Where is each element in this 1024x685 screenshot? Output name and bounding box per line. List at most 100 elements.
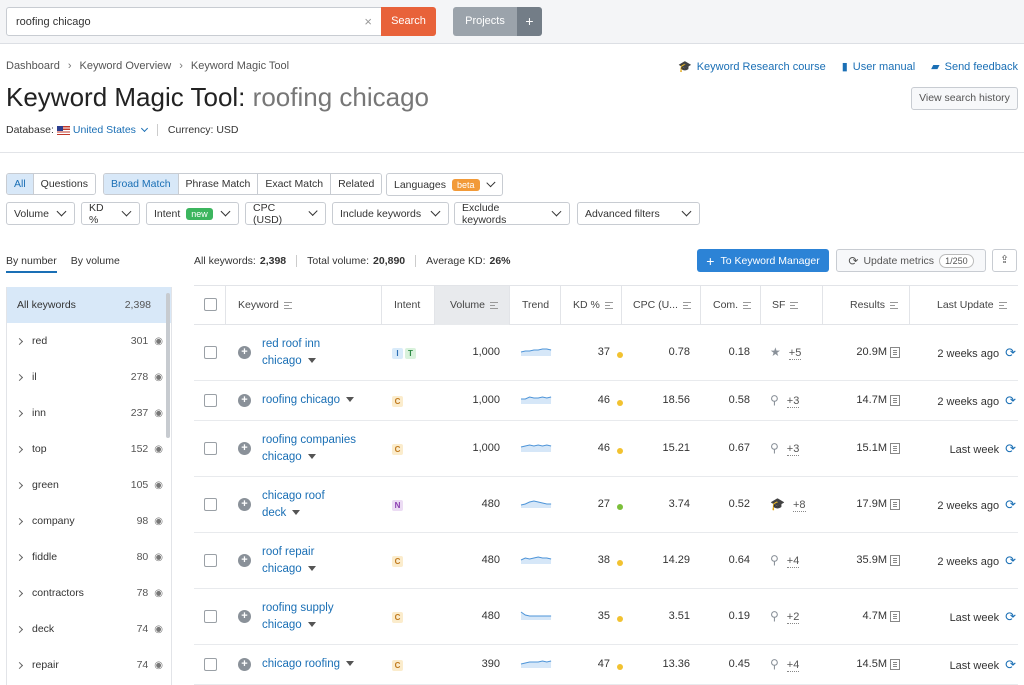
volume-filter-dropdown[interactable]: Volume — [6, 202, 75, 225]
serp-features-cell[interactable]: ⚲ +3 — [770, 441, 800, 456]
keyword-link[interactable]: roofing supply chicago — [262, 600, 334, 634]
row-checkbox[interactable] — [204, 554, 217, 567]
keyword-link[interactable]: roofing chicago — [262, 392, 354, 409]
group-all-keywords[interactable]: All keywords 2,398 — [7, 287, 171, 323]
eye-icon[interactable]: ◉ — [154, 516, 163, 527]
eye-icon[interactable]: ◉ — [154, 372, 163, 383]
select-all-checkbox[interactable] — [204, 298, 217, 311]
chevron-down-icon[interactable] — [307, 454, 316, 460]
group-item[interactable]: fiddle 80 ◉ — [7, 539, 171, 575]
group-item[interactable]: green 105 ◉ — [7, 467, 171, 503]
add-project-button[interactable]: + — [517, 7, 542, 36]
eye-icon[interactable]: ◉ — [154, 660, 163, 671]
add-to-list-icon[interactable]: + — [238, 442, 251, 455]
tab-questions[interactable]: Questions — [33, 174, 95, 194]
serp-snapshot-icon[interactable] — [890, 394, 900, 406]
tab-all[interactable]: All — [7, 174, 34, 194]
to-keyword-manager-button[interactable]: + To Keyword Manager — [697, 249, 829, 272]
include-keywords-dropdown[interactable]: Include keywords — [332, 202, 449, 225]
languages-dropdown[interactable]: Languages beta — [386, 173, 503, 196]
refresh-icon[interactable]: ⟳ — [1005, 497, 1016, 512]
chevron-right-icon[interactable] — [15, 373, 24, 381]
breadcrumb-keyword-overview[interactable]: Keyword Overview — [80, 60, 172, 72]
group-item[interactable]: top 152 ◉ — [7, 431, 171, 467]
column-volume[interactable]: Volume — [435, 286, 509, 325]
projects-button[interactable]: Projects — [453, 7, 517, 36]
eye-icon[interactable]: ◉ — [154, 444, 163, 455]
serp-features-cell[interactable]: ⚲ +2 — [770, 609, 800, 624]
chevron-right-icon[interactable] — [15, 445, 24, 453]
group-item[interactable]: il 278 ◉ — [7, 359, 171, 395]
column-cpc[interactable]: CPC (U... — [633, 286, 691, 325]
serp-features-cell[interactable]: ⚲ +4 — [770, 657, 800, 672]
refresh-icon[interactable]: ⟳ — [1005, 345, 1016, 360]
serp-snapshot-icon[interactable] — [890, 442, 900, 454]
chevron-down-icon[interactable] — [346, 661, 354, 667]
add-to-list-icon[interactable]: + — [238, 554, 251, 567]
refresh-icon[interactable]: ⟳ — [1005, 441, 1016, 456]
refresh-icon[interactable]: ⟳ — [1005, 609, 1016, 624]
row-checkbox[interactable] — [204, 346, 217, 359]
tab-phrase-match[interactable]: Phrase Match — [178, 174, 259, 194]
tab-by-number[interactable]: By number — [6, 255, 57, 273]
add-to-list-icon[interactable]: + — [238, 346, 251, 359]
serp-snapshot-icon[interactable] — [890, 498, 900, 510]
refresh-icon[interactable]: ⟳ — [1005, 657, 1016, 672]
keyword-research-course-link[interactable]: 🎓 Keyword Research course — [678, 60, 826, 74]
results-cell[interactable]: 35.9M — [834, 554, 900, 566]
chevron-down-icon[interactable] — [292, 510, 301, 516]
search-input[interactable] — [7, 8, 347, 35]
chevron-down-icon[interactable] — [307, 622, 316, 628]
group-item[interactable]: deck 74 ◉ — [7, 611, 171, 647]
serp-features-cell[interactable]: ⚲ +4 — [770, 553, 800, 568]
chevron-down-icon[interactable] — [140, 124, 148, 133]
add-to-list-icon[interactable]: + — [238, 658, 251, 671]
row-checkbox[interactable] — [204, 610, 217, 623]
chevron-right-icon[interactable] — [15, 553, 24, 561]
group-item[interactable]: company 98 ◉ — [7, 503, 171, 539]
eye-icon[interactable]: ◉ — [154, 624, 163, 635]
row-checkbox[interactable] — [204, 658, 217, 671]
refresh-icon[interactable]: ⟳ — [1005, 553, 1016, 568]
row-checkbox[interactable] — [204, 498, 217, 511]
breadcrumb-dashboard[interactable]: Dashboard — [6, 60, 60, 72]
serp-features-cell[interactable]: ★ +5 — [770, 345, 802, 360]
row-checkbox[interactable] — [204, 394, 217, 407]
tab-exact-match[interactable]: Exact Match — [258, 174, 332, 194]
eye-icon[interactable]: ◉ — [154, 552, 163, 563]
chevron-right-icon[interactable] — [15, 661, 24, 669]
serp-features-cell[interactable]: 🎓 +8 — [770, 497, 806, 512]
column-last-update[interactable]: Last Update — [937, 286, 1007, 325]
group-item[interactable]: repair 74 ◉ — [7, 647, 171, 683]
results-cell[interactable]: 14.7M — [834, 394, 900, 406]
chevron-down-icon[interactable] — [307, 566, 316, 572]
cpc-filter-dropdown[interactable]: CPC (USD) — [245, 202, 326, 226]
serp-snapshot-icon[interactable] — [890, 658, 900, 670]
eye-icon[interactable]: ◉ — [154, 336, 163, 347]
intent-filter-dropdown[interactable]: Intent new — [146, 202, 239, 225]
chevron-right-icon[interactable] — [15, 625, 24, 633]
export-button[interactable]: ⇪ — [992, 249, 1017, 272]
view-search-history-button[interactable]: View search history — [911, 87, 1018, 110]
chevron-down-icon[interactable] — [346, 397, 354, 403]
chevron-right-icon[interactable] — [15, 409, 24, 417]
results-cell[interactable]: 15.1M — [834, 442, 900, 454]
refresh-icon[interactable]: ⟳ — [1005, 393, 1016, 408]
serp-snapshot-icon[interactable] — [890, 346, 900, 358]
serp-snapshot-icon[interactable] — [890, 610, 900, 622]
keyword-link[interactable]: chicago roofing — [262, 656, 354, 673]
user-manual-link[interactable]: ▮ User manual — [842, 60, 915, 74]
clear-search-icon[interactable]: × — [364, 14, 372, 29]
results-cell[interactable]: 17.9M — [834, 498, 900, 510]
chevron-down-icon[interactable] — [307, 358, 316, 364]
group-item[interactable]: red 301 ◉ — [7, 323, 171, 359]
chevron-right-icon[interactable] — [15, 517, 24, 525]
results-cell[interactable]: 20.9M — [834, 346, 900, 358]
keyword-link[interactable]: roofing companies chicago — [262, 432, 356, 466]
advanced-filters-dropdown[interactable]: Advanced filters — [577, 202, 700, 225]
tab-by-volume[interactable]: By volume — [71, 255, 120, 273]
search-button[interactable]: Search — [381, 7, 436, 36]
update-metrics-button[interactable]: ⟳ Update metrics 1/250 — [836, 249, 986, 272]
results-cell[interactable]: 14.5M — [834, 658, 900, 670]
send-feedback-link[interactable]: ▰ Send feedback — [931, 60, 1018, 74]
